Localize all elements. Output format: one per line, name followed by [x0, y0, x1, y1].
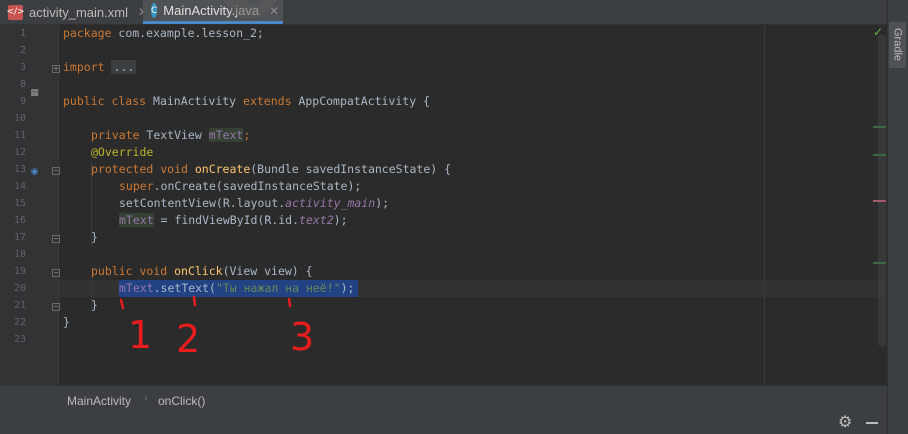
annotation-number: 2 — [176, 317, 200, 361]
tool-window-bar — [0, 415, 887, 434]
breadcrumb-bar: MainActivity › onClick() — [0, 385, 887, 416]
breadcrumb-method[interactable]: onClick() — [158, 394, 205, 408]
handwritten-annotations: 1 2 3 — [119, 295, 314, 361]
breadcrumb-class[interactable]: MainActivity — [67, 394, 131, 408]
pointer-line — [287, 297, 292, 308]
chevron-right-icon: › — [144, 393, 148, 404]
minimize-icon[interactable] — [866, 422, 878, 424]
annotation-number: 1 — [128, 313, 152, 357]
annotation-number: 3 — [290, 315, 314, 359]
pointer-line — [119, 298, 125, 310]
pointer-marks — [119, 295, 292, 310]
gear-icon[interactable]: ⚙ — [838, 412, 852, 431]
pointer-line — [192, 295, 197, 307]
